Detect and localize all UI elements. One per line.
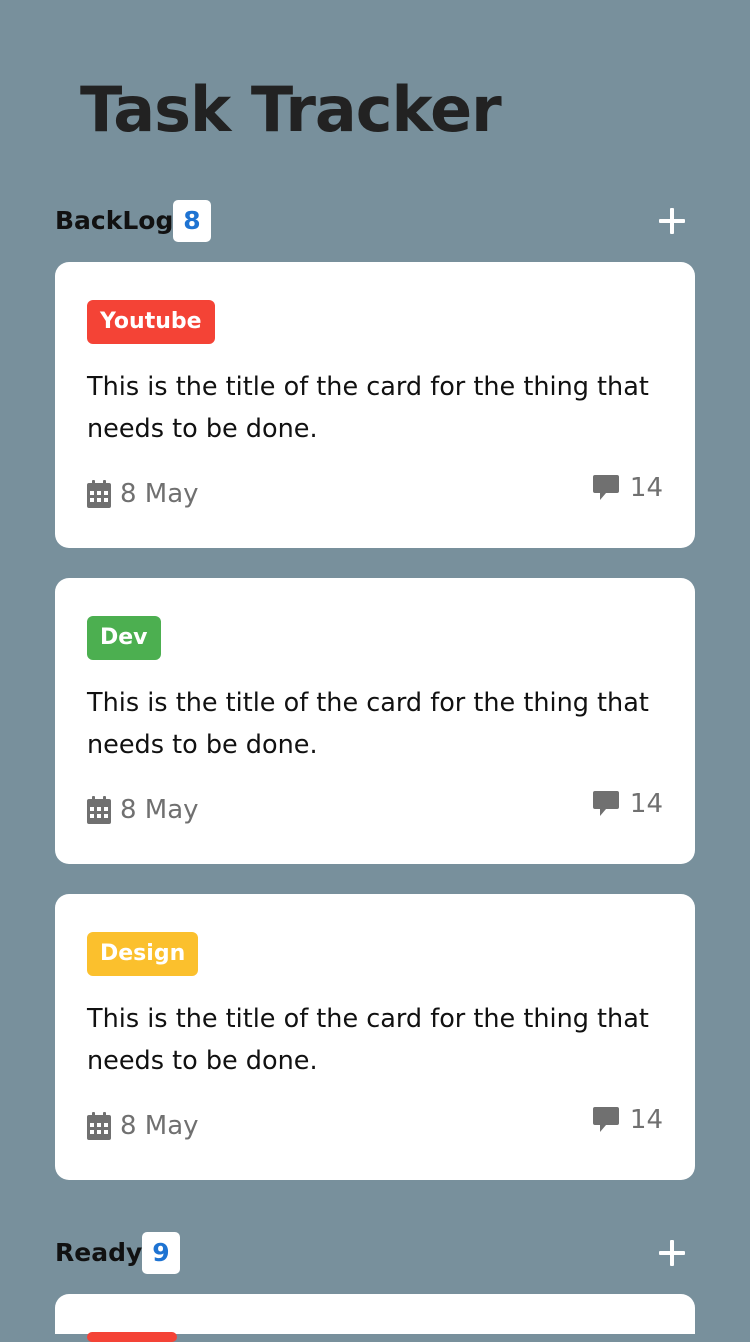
card-comment-count: 14 bbox=[629, 473, 663, 503]
task-card[interactable]: Youtube This is the title of the card fo… bbox=[55, 262, 695, 548]
card-comment-count: 14 bbox=[629, 1105, 663, 1135]
calendar-icon bbox=[87, 1112, 111, 1140]
card-comments[interactable]: 14 bbox=[592, 786, 663, 822]
column-count-badge: 9 bbox=[142, 1232, 180, 1274]
comment-icon bbox=[592, 791, 619, 816]
column-header-ready: Ready 9 bbox=[55, 1232, 695, 1274]
column-count-badge: 8 bbox=[173, 200, 211, 242]
comment-icon bbox=[592, 475, 619, 500]
add-card-icon[interactable] bbox=[657, 1238, 687, 1268]
calendar-icon bbox=[87, 796, 111, 824]
card-tag: Design bbox=[87, 932, 199, 976]
card-title: This is the title of the card for the th… bbox=[87, 1004, 649, 1076]
card-date: 8 May bbox=[87, 1108, 199, 1144]
card-date-text: 8 May bbox=[120, 795, 199, 825]
card-tag: Dev bbox=[87, 616, 161, 660]
column-header-backlog: BackLog 8 bbox=[55, 200, 695, 242]
card-comments[interactable]: 14 bbox=[592, 1102, 663, 1138]
add-card-icon[interactable] bbox=[657, 206, 687, 236]
card-date: 8 May bbox=[87, 476, 199, 512]
card-title: This is the title of the card for the th… bbox=[87, 688, 649, 760]
task-card[interactable]: Design This is the title of the card for… bbox=[55, 894, 695, 1180]
task-card[interactable] bbox=[55, 1294, 695, 1342]
calendar-icon bbox=[87, 480, 111, 508]
card-date-text: 8 May bbox=[120, 1111, 199, 1141]
card-comments[interactable]: 14 bbox=[592, 470, 663, 506]
page-title: Task Tracker bbox=[80, 73, 502, 146]
card-date: 8 May bbox=[87, 792, 199, 828]
card-tag: Youtube bbox=[87, 300, 215, 344]
column-title: Ready bbox=[55, 1238, 143, 1267]
comment-icon bbox=[592, 1107, 619, 1132]
column-title: BackLog bbox=[55, 206, 174, 235]
card-title: This is the title of the card for the th… bbox=[87, 372, 649, 444]
card-date-text: 8 May bbox=[120, 479, 199, 509]
card-comment-count: 14 bbox=[629, 789, 663, 819]
task-card[interactable]: Dev This is the title of the card for th… bbox=[55, 578, 695, 864]
